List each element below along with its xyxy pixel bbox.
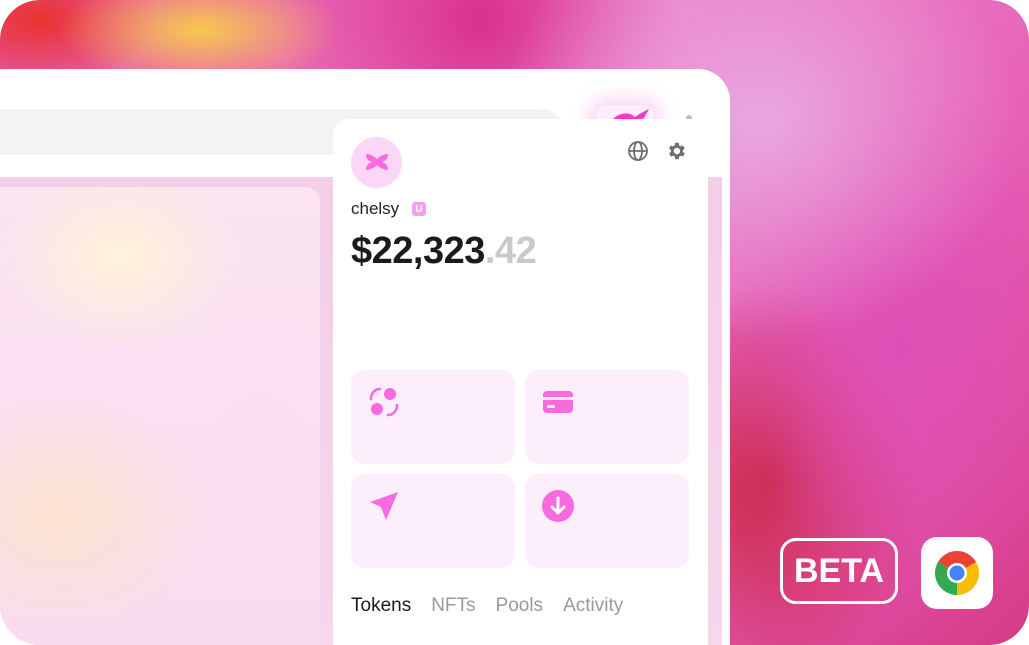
tab-pools[interactable]: Pools	[496, 595, 544, 617]
portfolio-balance: $22,323.42	[351, 230, 537, 273]
username: chelsy	[351, 199, 400, 218]
tab-nfts[interactable]: NFTs	[431, 595, 475, 617]
wallet-sidepanel: chelsy U $22,323.42 Tokens NFTs Pools Ac…	[333, 119, 708, 645]
avatar[interactable]	[351, 137, 402, 188]
chrome-icon	[935, 551, 979, 595]
send-button[interactable]	[351, 474, 515, 568]
globe-icon[interactable]	[626, 139, 650, 163]
tab-tokens[interactable]: Tokens	[351, 595, 411, 617]
avatar-icon	[365, 153, 388, 170]
send-icon	[367, 489, 401, 523]
background: chelsy U $22,323.42 Tokens NFTs Pools Ac…	[0, 0, 1029, 645]
chrome-badge	[921, 537, 993, 609]
blurred-page-content	[0, 187, 320, 645]
balance-cents: .42	[484, 230, 537, 272]
buy-button[interactable]	[525, 370, 689, 464]
swap-icon	[367, 385, 401, 419]
gear-icon[interactable]	[664, 139, 688, 163]
unitag-badge: U	[412, 202, 426, 216]
receive-icon	[541, 489, 575, 523]
swap-button[interactable]	[351, 370, 515, 464]
balance-whole: $22,323	[351, 230, 485, 272]
beta-badge: BETA	[780, 538, 898, 604]
card-icon	[541, 385, 575, 419]
wallet-tabs: Tokens NFTs Pools Activity	[351, 595, 643, 617]
tab-activity[interactable]: Activity	[563, 595, 623, 617]
receive-button[interactable]	[525, 474, 689, 568]
